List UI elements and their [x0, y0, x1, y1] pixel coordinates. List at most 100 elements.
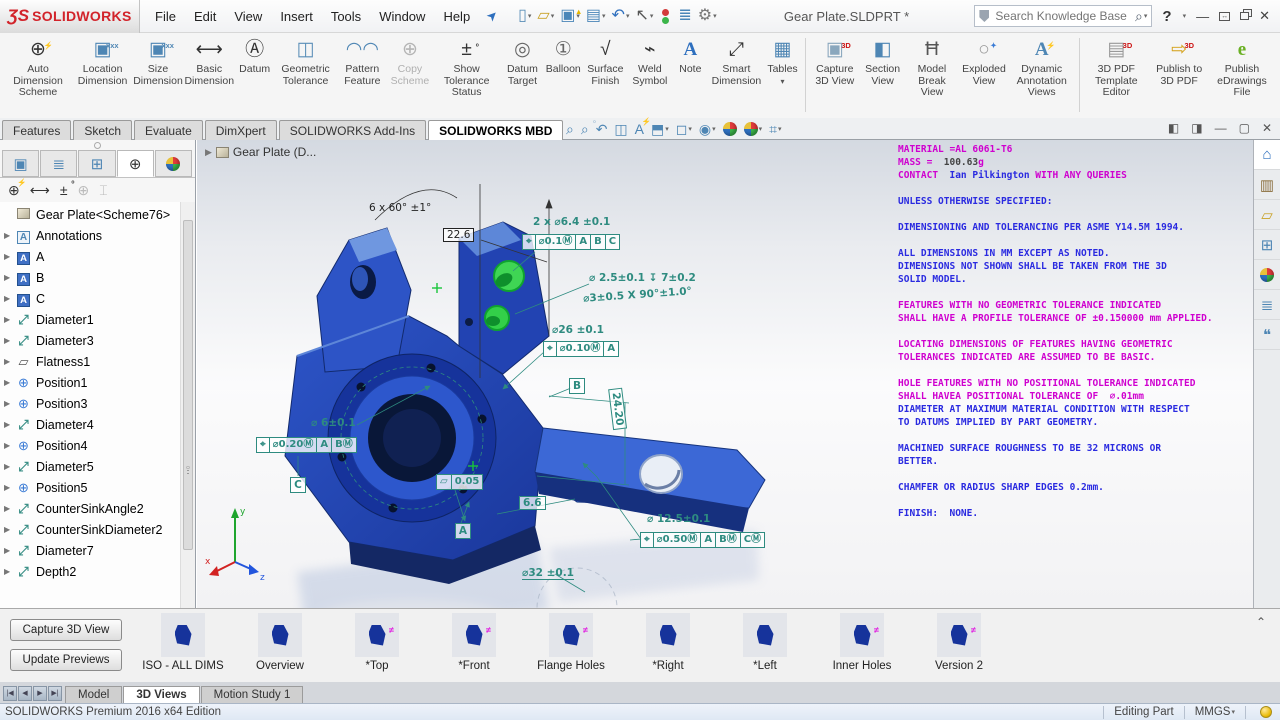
expander-icon[interactable]: ▶ — [4, 420, 15, 429]
view-orientation-button[interactable]: ⬒▾ — [651, 121, 669, 138]
tree-item-flatness1[interactable]: ▶▱Flatness1 — [0, 351, 180, 372]
fcf-bore-26[interactable]: ⌖⌀0.10ⓂA — [544, 341, 619, 357]
expander-icon[interactable]: ▶ — [4, 441, 15, 450]
file-explorer-tab[interactable]: ▱ — [1254, 200, 1280, 230]
first-tab-scroll-button[interactable]: |◀ — [3, 686, 17, 701]
minimize-doc-icon[interactable]: — — [1215, 121, 1227, 135]
new-document-button[interactable]: ▯▾ — [516, 6, 533, 26]
dynamic-annotation-views-button[interactable]: A⚡Dynamic Annotation Views — [1008, 36, 1076, 99]
globe-icon[interactable] — [1260, 706, 1272, 718]
expander-icon[interactable]: ▶ — [4, 546, 15, 555]
menu-file[interactable]: File — [146, 0, 185, 33]
dim-bore-26[interactable]: ⌀26 ±0.1 — [552, 324, 604, 336]
tab-motion-study-1[interactable]: Motion Study 1 — [201, 686, 304, 703]
tree-item-countersinkdiameter2[interactable]: ▶⤢CounterSinkDiameter2 — [0, 519, 180, 540]
datum-a[interactable]: A — [455, 523, 471, 539]
undo-caret-icon[interactable]: ▾ — [626, 12, 630, 20]
custom-properties-tab[interactable]: ≣ — [1254, 290, 1280, 320]
basic-dimension-tool-button[interactable]: ⟷ — [30, 182, 50, 200]
fcf-hole-pattern[interactable]: ⌖⌀0.1ⓂABC — [523, 234, 620, 250]
help-button[interactable]: ? — [1162, 8, 1171, 25]
tab-sketch[interactable]: Sketch — [73, 120, 132, 140]
display-style-button[interactable]: ◻▾ — [676, 121, 692, 138]
tree-item-diameter5[interactable]: ▶⤢Diameter5 — [0, 456, 180, 477]
tree-item-annotations[interactable]: ▶AAnnotations — [0, 225, 180, 246]
view-thumbnail--left[interactable]: *Left — [715, 613, 815, 672]
breadcrumb-expander-icon[interactable]: ▶ — [205, 147, 212, 158]
expander-icon[interactable]: ▶ — [4, 252, 15, 261]
minimize-button[interactable]: — — [1196, 9, 1209, 24]
capture-3d-view-button[interactable]: Capture 3D View — [10, 619, 122, 641]
show-tolerance-status-tool-button[interactable]: ±ᵒ — [60, 182, 68, 200]
tree-item-position4[interactable]: ▶⊕Position4 — [0, 435, 180, 456]
search-input[interactable] — [993, 8, 1135, 24]
capture-3d-view-button[interactable]: ▣3DCapture 3D View — [808, 36, 861, 87]
tree-item-diameter4[interactable]: ▶⤢Diameter4 — [0, 414, 180, 435]
open-document-caret-icon[interactable]: ▾ — [551, 12, 555, 20]
tables-button[interactable]: ▦Tables▾ — [764, 36, 802, 87]
prev-tab-scroll-button[interactable]: ◀ — [18, 686, 32, 701]
note-button[interactable]: ANote — [671, 36, 709, 76]
dim-hole-6[interactable]: ⌀ 6±0.1 — [311, 417, 356, 429]
balloon-button[interactable]: ①Balloon — [544, 36, 582, 76]
expander-icon[interactable]: ▶ — [4, 567, 15, 576]
exploded-view-button[interactable]: ○✦Exploded View — [960, 36, 1007, 87]
zoom-to-area-button[interactable]: ⌕▫ — [581, 121, 589, 138]
dim-counterbore[interactable]: ⌀ 2.5±0.1 ↧ 7±0.2 — [589, 272, 696, 284]
expander-icon[interactable]: ▶ — [4, 483, 15, 492]
menu-view[interactable]: View — [225, 0, 271, 33]
dim-slot-12-5[interactable]: ⌀ 12.5±0.1 — [647, 513, 710, 525]
menu-edit[interactable]: Edit — [185, 0, 225, 33]
section-view-button[interactable]: ◫ — [614, 121, 627, 138]
restore-button[interactable] — [1240, 12, 1249, 20]
select-button[interactable]: ↖▾ — [633, 6, 655, 26]
panel-handle[interactable] — [94, 142, 101, 149]
design-library-tab[interactable]: ▥ — [1254, 170, 1280, 200]
tree-item-depth2[interactable]: ▶⤢Depth2 — [0, 561, 180, 582]
tree-item-diameter1[interactable]: ▶⤢Diameter1 — [0, 309, 180, 330]
interference-check-button[interactable] — [657, 8, 674, 25]
edit-appearance-button[interactable] — [723, 122, 737, 136]
dim-chamfer-angle[interactable]: 6 x 60° ±1° — [369, 202, 431, 214]
tree-scrollbar-thumb[interactable] — [183, 220, 193, 550]
appearances-tab[interactable] — [1254, 260, 1280, 290]
status-units[interactable]: MMGS — [1195, 706, 1231, 718]
weld-symbol-button[interactable]: ⌁Weld Symbol — [628, 36, 671, 87]
view-settings-button[interactable]: ⌗▾ — [769, 121, 781, 138]
view-thumbnail-flange-holes[interactable]: ≠Flange Holes — [521, 613, 621, 672]
pattern-feature-button[interactable]: ◠◠Pattern Feature — [338, 36, 388, 87]
help-caret-icon[interactable]: ▾ — [1183, 12, 1187, 20]
tab-3d-views[interactable]: 3D Views — [123, 686, 199, 703]
zoom-to-fit-button[interactable]: ⌕ — [566, 121, 574, 138]
expander-icon[interactable]: ▶ — [4, 273, 15, 282]
tree-item-countersinkangle2[interactable]: ▶⤢CounterSinkAngle2 — [0, 498, 180, 519]
configurationmanager-tab[interactable]: ⊞ — [78, 150, 115, 177]
expand-right-pane-icon[interactable]: ◨ — [1191, 121, 1202, 135]
tab-model[interactable]: Model — [65, 686, 122, 703]
dim-hole-pattern[interactable]: 2 x ⌀6.4 ±0.1 — [533, 216, 610, 228]
last-tab-scroll-button[interactable]: ▶| — [48, 686, 62, 701]
expander-icon[interactable]: ▶ — [4, 294, 15, 303]
search-caret-icon[interactable]: ▾ — [1144, 12, 1148, 20]
print-button[interactable]: ▤▾ — [584, 6, 608, 26]
print-caret-icon[interactable]: ▾ — [602, 12, 606, 20]
close-button[interactable]: ✕ — [1259, 8, 1270, 24]
graphics-viewport[interactable]: x y z ▶ Gear Plate (D... MATERIAL =AL 60… — [197, 140, 1253, 608]
fcf-flatness[interactable]: ▱0.05 — [437, 474, 483, 490]
publish-edrawings-file-button[interactable]: ePublish eDrawings File — [1208, 36, 1276, 99]
view-thumbnail-overview[interactable]: Overview — [230, 613, 330, 672]
auto-dimension-scheme-button[interactable]: ⊕⚡Auto Dimension Scheme — [4, 36, 72, 99]
size-dimension-button[interactable]: ▣xxxSize Dimension — [133, 36, 183, 87]
expander-icon[interactable]: ▶ — [4, 315, 15, 324]
location-dimension-button[interactable]: ▣xxxLocation Dimension — [72, 36, 133, 87]
units-caret-icon[interactable]: ▾ — [1231, 708, 1235, 716]
datum-target-button[interactable]: ◎Datum Target — [501, 36, 545, 87]
select-caret-icon[interactable]: ▾ — [650, 12, 654, 20]
expander-icon[interactable]: ▶ — [4, 462, 15, 471]
save-button[interactable]: ▣▲▾ — [558, 6, 582, 26]
geometric-tolerance-button[interactable]: ◫Geometric Tolerance — [274, 36, 338, 87]
menu-help[interactable]: Help — [434, 0, 479, 33]
update-previews-button[interactable]: Update Previews — [10, 649, 122, 671]
menu-insert[interactable]: Insert — [271, 0, 322, 33]
open-document-button[interactable]: ▱▾ — [535, 6, 556, 26]
